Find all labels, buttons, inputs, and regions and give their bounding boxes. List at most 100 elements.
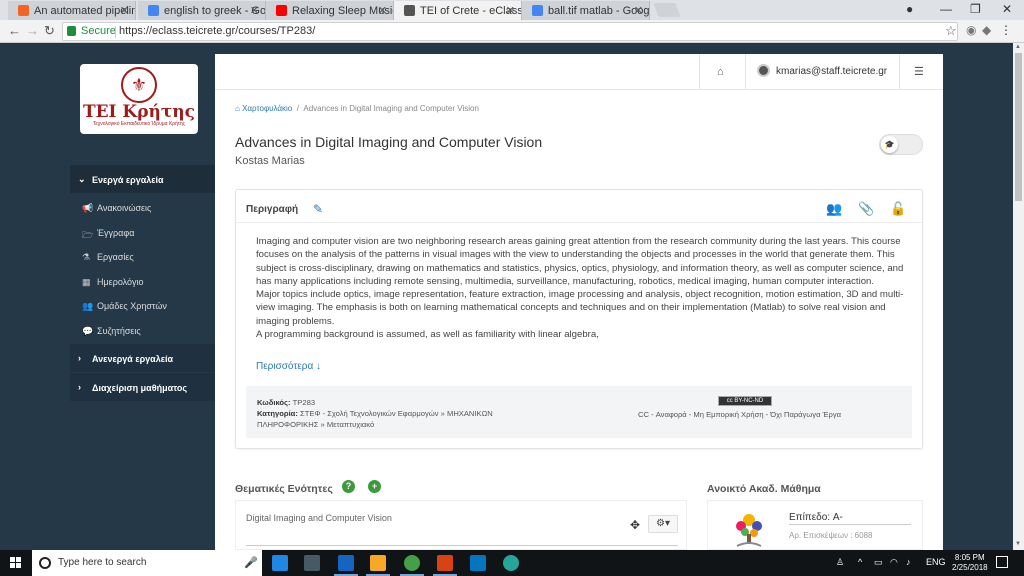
scroll-up-icon[interactable]: ▲ [1015,44,1021,50]
logo-subtitle: Τεχνολογικό Εκπαιδευτικό Ίδρυμα Κρήτης [92,121,186,127]
close-tab-icon[interactable]: ✕ [634,4,643,17]
edit-pencil-icon[interactable]: ✎ [313,202,323,216]
settings-sliders-icon[interactable]: ☰ [914,65,924,78]
forward-icon[interactable]: → [26,23,39,38]
sidebar-item[interactable]: 💬 Συζητήσεις [82,326,141,336]
browser-tab[interactable]: english to greek - Googl✕ [138,1,266,20]
scrollbar-thumb[interactable] [1015,53,1022,201]
sidebar-item-label: Ανακοινώσεις [97,203,152,213]
close-tab-icon[interactable]: ✕ [506,4,515,17]
minimize-button[interactable]: — [940,2,952,16]
add-icon[interactable]: + [368,480,381,493]
maximize-button[interactable]: ❐ [970,2,981,16]
cc-license-badge[interactable]: cc BY-NC-ND [718,396,772,406]
sidebar-group-course-admin[interactable]: › Διαχείριση μαθήματος [70,373,215,401]
powerpoint-icon[interactable] [433,555,457,576]
address-bar: ← → ↻ Secure https://eclass.teicrete.gr/… [0,20,1024,43]
tab-favicon-icon [18,5,29,16]
divider [789,524,911,525]
chevron-up-icon[interactable]: ^ [858,557,862,567]
app-icon[interactable] [470,555,486,571]
people-icon[interactable]: ♙ [836,557,844,568]
sidebar-item[interactable]: 📢 Ανακοινώσεις [82,203,151,213]
close-tab-icon[interactable]: ✕ [120,4,129,17]
url-field[interactable]: Secure https://eclass.teicrete.gr/course… [62,22,958,41]
clock-time: 8:05 PM [954,553,985,562]
chevron-right-icon: › [78,353,81,363]
help-icon[interactable]: ? [342,480,355,493]
description-paragraph: Major topics include optics, image repre… [256,289,904,327]
divider [745,54,746,90]
back-icon[interactable]: ← [8,23,21,38]
move-icon[interactable]: ✥ [630,518,640,532]
wifi-icon[interactable]: ◠ [890,557,898,568]
profile-icon[interactable]: ● [906,2,913,16]
close-tab-icon[interactable]: ✕ [250,4,259,17]
browser-tab[interactable]: TEI of Crete - eClass | Ad✕ [394,1,522,20]
sidebar-item[interactable]: 🗁 Έγγραφα [82,228,134,240]
volume-icon[interactable]: ♪ [906,557,911,567]
institution-logo[interactable]: ⚜ ΤΕΙ Κρήτης Τεχνολογικό Εκπαιδευτικό Ίδ… [80,64,198,134]
language-indicator[interactable]: ENG [926,557,946,567]
units-heading: Θεματικές Ενότητες [235,483,333,495]
code-label: Κωδικός: [257,398,291,407]
browser-tab[interactable]: ball.tif matlab - Google S✕ [522,1,650,20]
system-clock[interactable]: 8:05 PM 2/25/2018 [952,553,988,573]
network-icon[interactable]: ▭ [874,557,883,568]
omnibox-divider [115,26,116,38]
description-paragraph: Imaging and computer vision are two neig… [256,236,904,287]
close-tab-icon[interactable]: ✕ [378,4,387,17]
taskbar-search[interactable]: Type here to search 🎤 [32,550,262,576]
notification-icon[interactable] [996,556,1008,568]
windows-taskbar: Type here to search 🎤 ♙ ^ ▭ ◠ ♪ ENG 8:05… [0,550,1024,576]
microphone-icon[interactable]: 🎤 [244,556,258,569]
chrome-icon[interactable] [400,555,424,576]
description-paragraph: A programming background is assumed, as … [256,329,599,341]
unlock-icon[interactable]: 🔓 [890,201,906,217]
breadcrumb-home-link[interactable]: ⌂ Χαρτοφυλάκιο [235,104,292,113]
folder-icon: 🗁 [82,229,94,240]
unit-title[interactable]: Digital Imaging and Computer Vision [246,513,392,523]
page-scrollbar[interactable]: ▲ ▼ [1013,43,1024,550]
browser-tab[interactable]: Relaxing Sleep Music ✕ [266,1,394,20]
browser-tab[interactable]: An automated pipeline f✕ [8,1,136,20]
main-panel: ⌂ kmarias@staff.teicrete.gr ☰ ⌂ Χαρτοφυλ… [215,54,943,550]
extension-icon[interactable]: ◉ [966,23,976,37]
open-course-tree-icon [736,514,762,547]
outlook-icon[interactable] [334,555,358,576]
url-text: https://eclass.teicrete.gr/courses/TP283… [119,25,316,37]
store-icon[interactable] [304,555,320,571]
users-icon[interactable]: 👥 [826,201,842,217]
home-icon[interactable]: ⌂ [717,66,724,78]
sidebar-item-label: Συζητήσεις [97,326,141,336]
edge-icon[interactable] [272,555,288,571]
divider [899,54,900,90]
chevron-right-icon: › [78,382,81,392]
file-explorer-icon[interactable] [366,555,390,576]
menu-icon[interactable]: ⋮ [1000,23,1012,37]
windows-start-icon[interactable] [10,557,22,569]
avatar[interactable] [757,64,770,77]
bookmark-star-icon[interactable]: ☆ [945,23,957,39]
lock-icon [67,26,76,36]
sidebar-item[interactable]: ▦ Ημερολόγιο [82,277,144,287]
new-tab-button[interactable] [653,3,681,17]
reload-icon[interactable]: ↻ [44,23,55,39]
scroll-down-icon[interactable]: ▼ [1015,541,1021,547]
course-code-category: Κωδικός: TP283 Κατηγορία: ΣΤΕΦ - Σχολή Τ… [257,397,529,430]
tab-favicon-icon [276,5,287,16]
sidebar-item[interactable]: 👥 Ομάδες Χρηστών [82,301,167,311]
student-view-toggle[interactable]: 🎓 [879,134,923,155]
app-icon[interactable] [503,555,519,571]
paperclip-icon[interactable]: 📎 [858,201,874,217]
sidebar-item[interactable]: ⚗ Εργασίες [82,252,134,262]
course-meta: Κωδικός: TP283 Κατηγορία: ΣΤΕΦ - Σχολή Τ… [246,386,912,438]
show-more-link[interactable]: Περισσότερα ↓ [256,361,321,372]
user-email[interactable]: kmarias@staff.teicrete.gr [776,66,887,77]
close-window-button[interactable]: ✕ [1002,2,1012,16]
sidebar-group-inactive-tools[interactable]: › Ανενεργά εργαλεία [70,344,215,372]
unit-settings-button[interactable]: ⚙▾ [648,515,678,533]
flask-icon: ⚗ [82,252,91,263]
extension-icon[interactable]: ◆ [982,23,991,37]
sidebar-group-active-tools[interactable]: ⌄ Ενεργά εργαλεία [70,165,215,193]
